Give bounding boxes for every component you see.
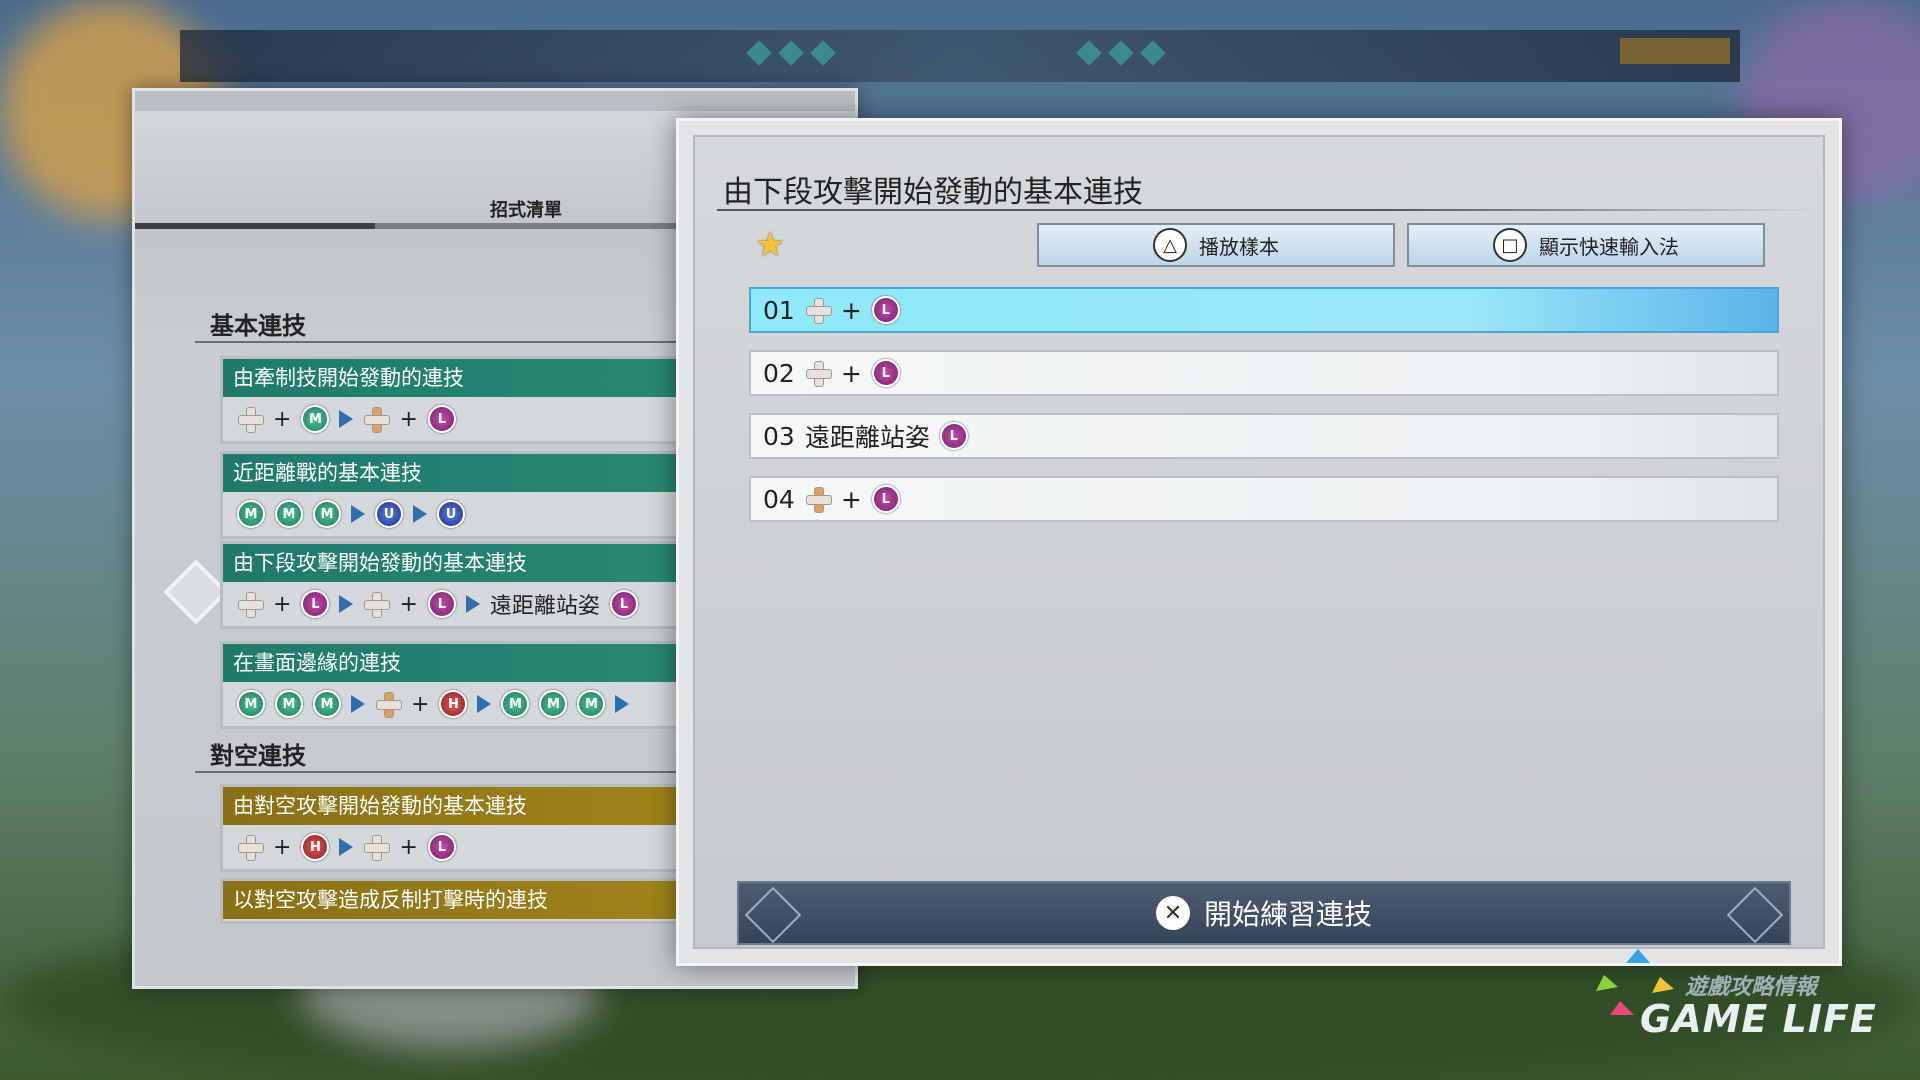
m-button-icon: M <box>275 690 303 718</box>
u-button-icon: U <box>375 500 403 528</box>
step-number: 01 <box>763 295 795 325</box>
arrow-right-icon <box>465 595 480 613</box>
m-button-icon: M <box>237 690 265 718</box>
m-button-icon: M <box>539 690 568 718</box>
play-sample-label: 播放樣本 <box>1199 234 1279 259</box>
dpad-icon <box>363 591 391 618</box>
step-number: 04 <box>763 484 795 514</box>
combo-step-03[interactable]: 03 遠距離站姿 L <box>749 413 1779 459</box>
l-button-icon: L <box>609 590 638 618</box>
title-divider <box>717 209 1817 211</box>
combo-step-01[interactable]: 01 + L <box>749 287 1779 333</box>
step-number: 03 <box>763 421 795 451</box>
m-button-icon: M <box>313 690 341 718</box>
m-button-icon: M <box>501 690 530 718</box>
stance-text: 遠距離站姿 <box>489 594 600 619</box>
m-button-icon: M <box>577 690 606 718</box>
selection-cursor-icon <box>163 559 229 625</box>
l-button-icon: L <box>301 590 330 618</box>
round-pips-right <box>1076 40 1166 66</box>
tab-move-list[interactable]: 招式清單 <box>490 196 562 222</box>
game-life-logo: 遊戲攻略情報 GAME LIFE <box>1590 945 1890 1045</box>
round-pips-left <box>746 40 836 66</box>
dpad-icon <box>805 360 832 387</box>
star-icon[interactable]: ★ <box>755 225 785 265</box>
cross-button-icon: ✕ <box>1155 896 1190 930</box>
dpad-icon <box>375 691 402 718</box>
section-title-basic: 基本連技 <box>210 312 306 340</box>
dpad-icon <box>363 834 391 861</box>
tab-underline-active <box>135 223 375 229</box>
dpad-icon <box>237 834 264 861</box>
start-practice-label: 開始練習連技 <box>1203 898 1372 931</box>
section-title-anti-air: 對空連技 <box>210 742 306 770</box>
h-button-icon: H <box>301 833 330 861</box>
arrow-right-icon <box>351 505 365 523</box>
u-button-icon: U <box>437 500 465 528</box>
h-button-icon: H <box>439 690 468 718</box>
arrow-right-icon <box>339 410 354 428</box>
l-button-icon: L <box>939 422 968 450</box>
m-button-icon: M <box>301 405 330 433</box>
dpad-icon <box>805 297 832 324</box>
hud-right-tag <box>1620 38 1730 64</box>
arrow-right-icon <box>615 695 630 713</box>
dpad-icon <box>363 406 391 433</box>
ornament-left-icon <box>744 886 802 944</box>
dpad-icon <box>805 486 832 513</box>
start-practice-button[interactable]: ✕ 開始練習連技 <box>737 881 1791 945</box>
dpad-icon <box>237 591 264 618</box>
arrow-right-icon <box>339 595 354 613</box>
l-button-icon: L <box>871 359 900 387</box>
m-button-icon: M <box>313 500 341 528</box>
arrow-right-icon <box>477 695 492 713</box>
combo-step-02[interactable]: 02 + L <box>749 350 1779 396</box>
triangle-button-icon: △ <box>1153 228 1187 262</box>
l-button-icon: L <box>427 590 456 618</box>
dialog-inner: 由下段攻擊開始發動的基本連技 ★ △ 播放樣本 □ 顯示快速輸入法 01 + L… <box>693 135 1825 949</box>
dpad-icon <box>237 406 264 433</box>
step-number: 02 <box>763 358 795 388</box>
combo-step-04[interactable]: 04 + L <box>749 476 1779 522</box>
play-sample-button[interactable]: △ 播放樣本 <box>1037 223 1395 267</box>
ornament-right-icon <box>1726 886 1784 944</box>
show-quick-input-button[interactable]: □ 顯示快速輸入法 <box>1407 223 1765 267</box>
logo-title: GAME LIFE <box>1640 997 1877 1041</box>
combo-detail-dialog: 由下段攻擊開始發動的基本連技 ★ △ 播放樣本 □ 顯示快速輸入法 01 + L… <box>676 118 1842 966</box>
l-button-icon: L <box>427 405 456 433</box>
arrow-right-icon <box>351 695 365 713</box>
m-button-icon: M <box>275 500 303 528</box>
l-button-icon: L <box>871 296 900 324</box>
l-button-icon: L <box>871 485 900 513</box>
m-button-icon: M <box>237 500 265 528</box>
arrow-right-icon <box>339 838 354 856</box>
square-button-icon: □ <box>1493 228 1527 262</box>
show-quick-input-label: 顯示快速輸入法 <box>1539 234 1679 259</box>
dialog-title: 由下段攻擊開始發動的基本連技 <box>723 175 1143 210</box>
stance-text: 遠距離站姿 <box>804 423 930 452</box>
arrow-right-icon <box>413 505 427 523</box>
battle-hud-bar <box>180 30 1740 82</box>
l-button-icon: L <box>427 833 456 861</box>
